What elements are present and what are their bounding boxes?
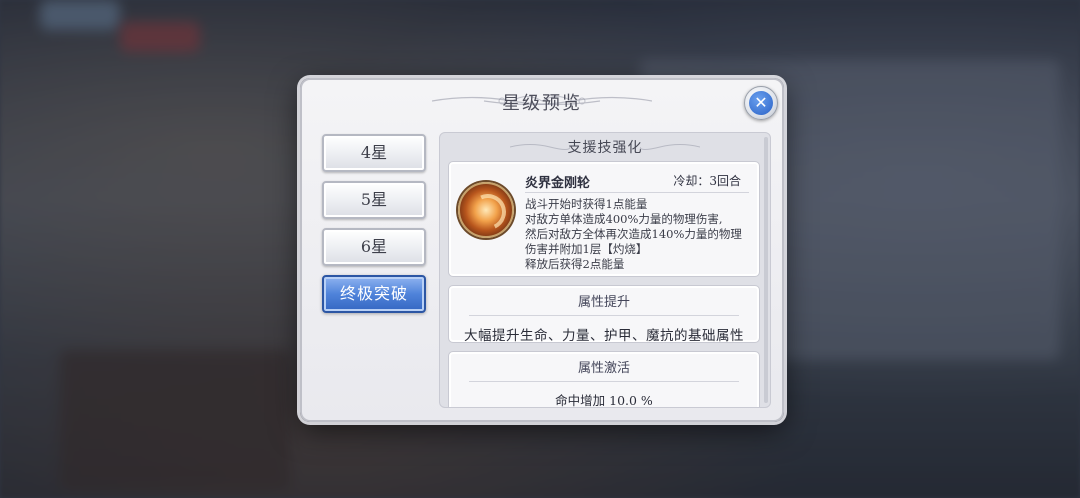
skill-description-line: 战斗开始时获得1点能量 — [525, 197, 648, 211]
skill-description-line: 然后对敌方全体再次造成140%力量的物理 — [525, 227, 742, 241]
divider — [525, 192, 749, 193]
skill-description: 战斗开始时获得1点能量 对敌方单体造成400%力量的物理伤害, 然后对敌方全体再… — [525, 197, 765, 272]
skill-cooldown: 冷却：3回合 — [673, 174, 741, 188]
star-tab-list: 4星 5星 6星 终极突破 — [322, 134, 426, 322]
attribute-boost-card: 属性提升 大幅提升生命、力量、护甲、魔抗的基础属性 — [448, 285, 760, 344]
tab-5-star[interactable]: 5星 — [322, 181, 426, 219]
detail-panel[interactable]: 支援技强化 炎界金刚轮 冷却：3回合 战斗开始时获得1点能量 对敌方单体造成40… — [439, 132, 771, 408]
skill-name: 炎界金刚轮 — [525, 176, 591, 191]
attribute-activation-title: 属性激活 — [577, 361, 630, 376]
flame-swirl-icon[interactable] — [458, 182, 514, 238]
skill-description-line: 释放后获得2点能量 — [525, 257, 625, 271]
attribute-boost-text: 大幅提升生命、力量、护甲、魔抗的基础属性 — [464, 328, 744, 344]
skill-description-line: 伤害并附加1层【灼烧】 — [525, 242, 648, 256]
support-skill-card: 炎界金刚轮 冷却：3回合 战斗开始时获得1点能量 对敌方单体造成400%力量的物… — [448, 161, 760, 277]
tab-6-star[interactable]: 6星 — [322, 228, 426, 266]
tab-ultimate-breakthrough[interactable]: 终极突破 — [322, 275, 426, 313]
tab-4-star[interactable]: 4星 — [322, 134, 426, 172]
skill-description-line: 对敌方单体造成400%力量的物理伤害, — [525, 212, 723, 226]
dialog-title-bar: 星级预览 — [302, 80, 782, 124]
attribute-boost-title: 属性提升 — [577, 295, 630, 310]
star-preview-dialog: 星级预览 ✕ 4星 5星 6星 终极突破 支援技强化 炎界金刚轮 冷却：3回合 … — [300, 78, 784, 422]
header-ornament-icon — [640, 144, 700, 150]
header-ornament-icon — [510, 144, 570, 150]
close-button[interactable]: ✕ — [744, 86, 778, 120]
support-skill-header: 支援技强化 — [440, 133, 770, 161]
attribute-activation-card: 属性激活 命中增加 10.0 % — [448, 351, 760, 408]
close-x-icon: ✕ — [749, 91, 773, 115]
support-skill-header-label: 支援技强化 — [567, 140, 643, 156]
attribute-activation-text: 命中增加 10.0 % — [555, 393, 653, 408]
dialog-title: 星级预览 — [502, 93, 582, 114]
